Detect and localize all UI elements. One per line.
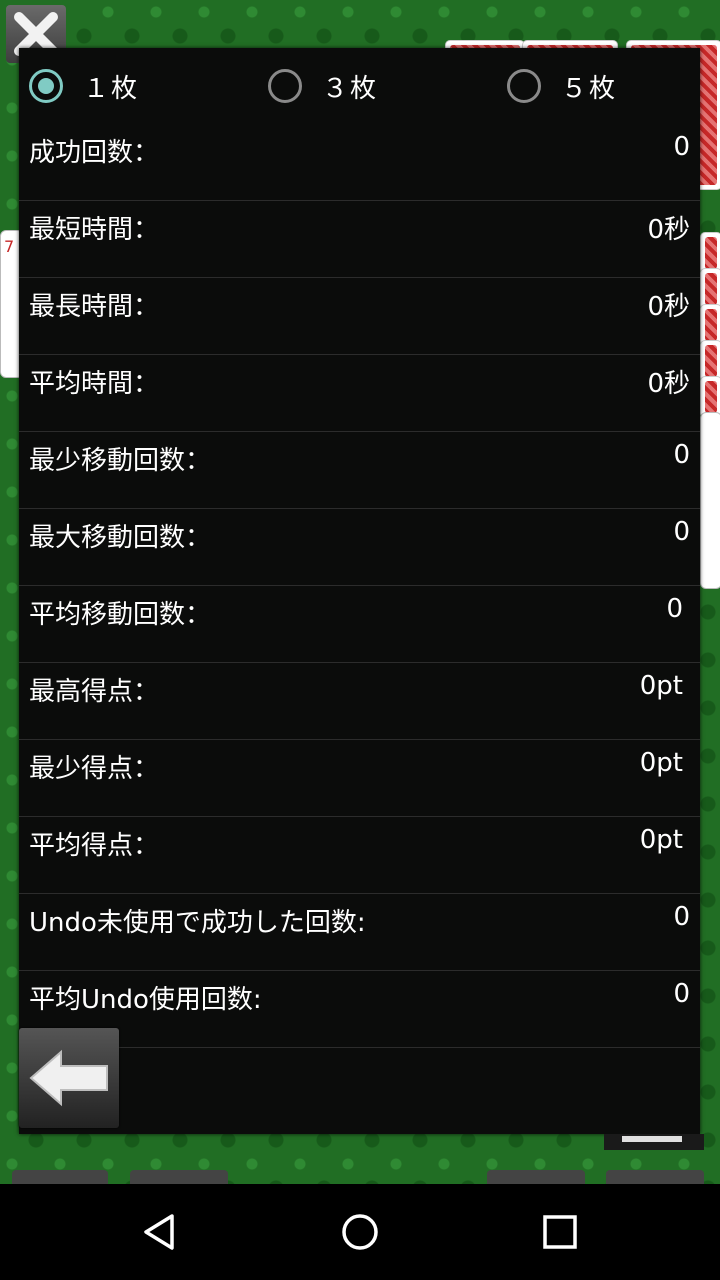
stat-row-max-moves: 最大移動回数： 0 bbox=[19, 509, 700, 586]
stat-row-average-time: 平均時間： 0秒 bbox=[19, 355, 700, 432]
stat-row-high-score: 最高得点： 0pt bbox=[19, 663, 700, 740]
stat-row-shortest-time: 最短時間： 0秒 bbox=[19, 201, 700, 278]
stat-row-average-score: 平均得点： 0pt bbox=[19, 817, 700, 894]
nav-home-icon bbox=[342, 1214, 378, 1250]
radio-selected-icon bbox=[29, 69, 63, 103]
stat-row-average-moves: 平均移動回数： 0 bbox=[19, 586, 700, 663]
stat-label: 最少得点： bbox=[29, 754, 160, 784]
stat-value: 0pt bbox=[639, 671, 683, 701]
stat-value: 0 bbox=[673, 440, 690, 470]
radio-unselected-icon bbox=[507, 69, 541, 103]
radio-label: ３枚 bbox=[322, 73, 379, 104]
radio-option-1[interactable]: １枚 bbox=[29, 66, 139, 106]
stat-label: 平均移動回数： bbox=[29, 600, 212, 630]
stat-label: 平均Undo使用回数: bbox=[29, 985, 262, 1015]
statistics-panel: １枚 ３枚 ５枚 成功回数： 0 最短時間： 0秒 最長時間： 0秒 平均時間：… bbox=[19, 48, 700, 1134]
stat-label: 最大移動回数： bbox=[29, 523, 212, 553]
stat-row-low-score: 最少得点： 0pt bbox=[19, 740, 700, 817]
stat-row-min-moves: 最少移動回数： 0 bbox=[19, 432, 700, 509]
stat-value: 0秒 bbox=[647, 215, 690, 245]
radio-unselected-icon bbox=[268, 69, 302, 103]
radio-option-3[interactable]: ３枚 bbox=[268, 66, 378, 106]
stat-label: 最長時間： bbox=[29, 292, 160, 322]
toolbar-tab bbox=[604, 1134, 704, 1150]
stat-row-longest-time: 最長時間： 0秒 bbox=[19, 278, 700, 355]
stat-value: 0 bbox=[673, 132, 690, 162]
stat-label: Undo未使用で成功した回数: bbox=[29, 908, 366, 938]
stat-label: 平均得点： bbox=[29, 831, 160, 861]
nav-back-button[interactable] bbox=[120, 1204, 200, 1260]
nav-back-icon bbox=[144, 1214, 174, 1250]
stat-row-average-undo: 平均Undo使用回数: 0 bbox=[19, 971, 700, 1048]
card-count-selector: １枚 ３枚 ５枚 bbox=[19, 66, 700, 106]
stat-value: 0秒 bbox=[647, 292, 690, 322]
radio-label: ５枚 bbox=[561, 73, 618, 104]
stat-value: 0pt bbox=[639, 825, 683, 855]
nav-recents-button[interactable] bbox=[520, 1204, 600, 1260]
stat-row-no-undo-success: Undo未使用で成功した回数: 0 bbox=[19, 894, 700, 971]
radio-label: １枚 bbox=[83, 73, 140, 104]
system-navigation-bar bbox=[0, 1184, 720, 1280]
stat-value: 0秒 bbox=[647, 369, 690, 399]
stat-row-success-count: 成功回数： 0 bbox=[19, 124, 700, 201]
back-button[interactable] bbox=[19, 1028, 119, 1128]
nav-home-button[interactable] bbox=[320, 1204, 400, 1260]
stat-value: 0 bbox=[673, 517, 690, 547]
radio-option-5[interactable]: ５枚 bbox=[507, 66, 617, 106]
stat-label: 最少移動回数： bbox=[29, 446, 212, 476]
tableau-card bbox=[700, 412, 720, 589]
stat-label: 成功回数： bbox=[29, 138, 160, 168]
stat-value: 0 bbox=[673, 902, 690, 932]
stat-value: 0 bbox=[673, 979, 690, 1009]
stat-value: 0pt bbox=[639, 748, 683, 778]
nav-recents-icon bbox=[543, 1215, 577, 1249]
back-arrow-icon bbox=[29, 1049, 108, 1107]
stat-value: 0 bbox=[666, 594, 683, 624]
stat-label: 最短時間： bbox=[29, 215, 160, 245]
stat-label: 平均時間： bbox=[29, 369, 160, 399]
stat-label: 最高得点： bbox=[29, 677, 160, 707]
